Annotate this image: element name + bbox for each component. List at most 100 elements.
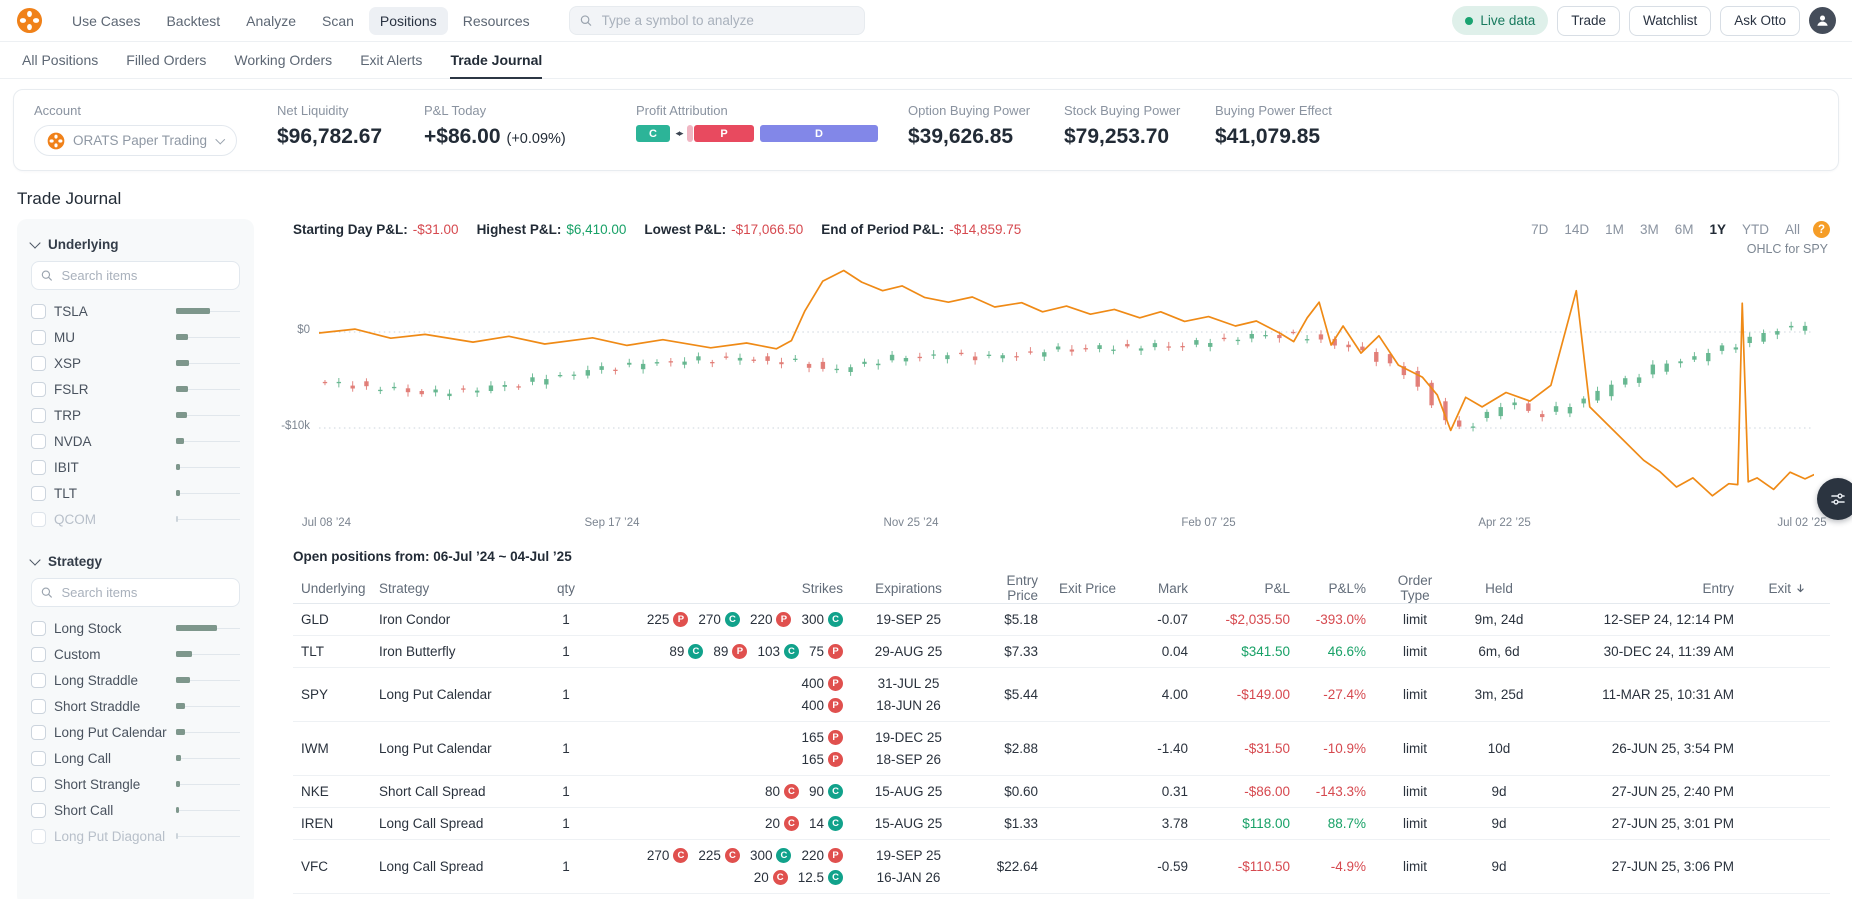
attribution-handle-icon[interactable]: ◂▸ — [671, 128, 687, 139]
checkbox-long-put-diagonal[interactable] — [31, 828, 46, 844]
position-row-gld-iron-condor[interactable]: GLD Iron Condor 1 225 P 270 C 220 P 300 C 19-SEP 25… — [293, 604, 1830, 636]
filter-item-long-put-calendar[interactable]: Long Put Calendar — [31, 719, 240, 745]
position-row-iren-long-call-spread[interactable]: IREN Long Call Spread 1 20 C 14 C 15-AUG 25 $1.3… — [293, 808, 1830, 840]
user-avatar[interactable] — [1809, 7, 1836, 34]
checkbox-mu[interactable] — [31, 329, 46, 345]
underlying-search-input[interactable] — [59, 267, 230, 284]
cell-strategy: Short Call Spread — [379, 784, 486, 799]
filter-item-long-straddle[interactable]: Long Straddle — [31, 667, 240, 693]
strike-leg: 270 C — [647, 845, 689, 867]
filter-item-nvda[interactable]: NVDA — [31, 428, 240, 454]
position-row-nke-short-call-spread[interactable]: NKE Short Call Spread 1 80 C 90 C 15-AUG 25 $0.6… — [293, 776, 1830, 808]
account-selector[interactable]: ORATS Paper Trading — [34, 125, 237, 156]
filter-item-trp[interactable]: TRP — [31, 402, 240, 428]
filter-item-mu[interactable]: MU — [31, 324, 240, 350]
checkbox-short-strangle[interactable] — [31, 776, 46, 792]
tab-trade-journal[interactable]: Trade Journal — [450, 42, 543, 79]
position-row-tlt-iron-butterfly[interactable]: TLT Iron Butterfly 1 89 C 89 P 103 C 75 P 29-AUG 25… — [293, 636, 1830, 668]
side-panel-toggle[interactable] — [1817, 478, 1852, 520]
checkbox-custom[interactable] — [31, 646, 46, 662]
cell-entry-time: 27-JUN 25, 3:06 PM — [1611, 859, 1734, 874]
strike-call-badge-icon: C — [688, 644, 704, 659]
filter-item-short-straddle[interactable]: Short Straddle — [31, 693, 240, 719]
nav-item-scan[interactable]: Scan — [311, 7, 365, 35]
filter-item-tlt[interactable]: TLT — [31, 480, 240, 506]
cell-held: 9m, 24d — [1474, 612, 1524, 627]
filter-item-long-call[interactable]: Long Call — [31, 745, 240, 771]
position-row-spy-long-put-calendar[interactable]: SPY Long Put Calendar 1 400 P 400 P 31-JUL 25 18… — [293, 668, 1830, 722]
orats-logo — [16, 7, 43, 34]
filter-item-custom[interactable]: Custom — [31, 641, 240, 667]
range-7d[interactable]: 7D — [1531, 222, 1548, 237]
filter-section-header-underlying[interactable]: Underlying — [29, 229, 240, 259]
checkbox-xsp[interactable] — [31, 355, 46, 371]
strike-put-badge-icon: P — [673, 612, 689, 627]
ask-otto-button[interactable]: Ask Otto — [1720, 5, 1800, 36]
filter-item-short-call[interactable]: Short Call — [31, 797, 240, 823]
trade-button[interactable]: Trade — [1557, 5, 1620, 36]
nav-item-use-cases[interactable]: Use Cases — [61, 7, 151, 35]
checkbox-qcom[interactable] — [31, 511, 46, 527]
tab-filled-orders[interactable]: Filled Orders — [126, 42, 206, 79]
filter-item-ibit[interactable]: IBIT — [31, 454, 240, 480]
metric-value: $79,253.70 — [1064, 125, 1170, 148]
watchlist-button[interactable]: Watchlist — [1628, 5, 1712, 36]
cell-entry-time: 27-JUN 25, 2:40 PM — [1611, 784, 1734, 799]
tab-all-positions[interactable]: All Positions — [22, 42, 98, 79]
checkbox-ibit[interactable] — [31, 459, 46, 475]
checkbox-short-call[interactable] — [31, 802, 46, 818]
col-header-exit[interactable]: Exit — [1742, 581, 1814, 596]
position-row-iwm-long-put-calendar[interactable]: IWM Long Put Calendar 1 165 P 165 P 19-DEC 25 18… — [293, 722, 1830, 776]
filter-item-label: TRP — [54, 407, 81, 423]
filter-item-label: TSLA — [54, 303, 88, 319]
range-all[interactable]: All — [1785, 222, 1800, 237]
checkbox-nvda[interactable] — [31, 433, 46, 449]
nav-item-positions[interactable]: Positions — [368, 6, 448, 35]
range-3m[interactable]: 3M — [1640, 222, 1659, 237]
symbol-search-input[interactable] — [599, 12, 854, 29]
sort-icon[interactable] — [1795, 583, 1806, 594]
checkbox-long-call[interactable] — [31, 750, 46, 766]
checkbox-trp[interactable] — [31, 407, 46, 423]
tab-working-orders[interactable]: Working Orders — [234, 42, 332, 79]
checkbox-tsla[interactable] — [31, 303, 46, 319]
range-6m[interactable]: 6M — [1675, 222, 1694, 237]
help-icon[interactable]: ? — [1813, 221, 1830, 238]
cell-held: 10d — [1487, 741, 1511, 756]
symbol-search[interactable] — [568, 6, 865, 35]
range-ytd[interactable]: YTD — [1742, 222, 1769, 237]
live-data-badge[interactable]: Live data — [1452, 6, 1549, 35]
filter-item-fslr[interactable]: FSLR — [31, 376, 240, 402]
filter-item-long-stock[interactable]: Long Stock — [31, 615, 240, 641]
cell-underlying: SPY — [301, 687, 329, 702]
checkbox-long-put-calendar[interactable] — [31, 724, 46, 740]
user-icon — [1817, 15, 1828, 26]
filter-item-xsp[interactable]: XSP — [31, 350, 240, 376]
cell-mark: 4.00 — [1161, 687, 1188, 702]
checkbox-long-stock[interactable] — [31, 620, 46, 636]
tab-exit-alerts[interactable]: Exit Alerts — [360, 42, 422, 79]
nav-item-resources[interactable]: Resources — [452, 7, 541, 35]
position-row-vfc-long-call-spread[interactable]: VFC Long Call Spread 1 270 C 225 C 300 C 220 P 20 C 1… — [293, 840, 1830, 894]
metric-net-liquidity: Net Liquidity $96,782.67 — [277, 103, 424, 156]
position-row-spy-long-put-calendar[interactable]: SPYLong Put Calendar1400P31-JUL 25$4.484… — [293, 894, 1830, 899]
range-1m[interactable]: 1M — [1605, 222, 1624, 237]
checkbox-short-straddle[interactable] — [31, 698, 46, 714]
cell-strikes: 400 P 400 P — [611, 673, 851, 717]
checkbox-long-straddle[interactable] — [31, 672, 46, 688]
range-14d[interactable]: 14D — [1564, 222, 1589, 237]
filter-item-long-put-diagonal[interactable]: Long Put Diagonal — [31, 823, 240, 849]
nav-item-backtest[interactable]: Backtest — [155, 7, 231, 35]
range-1y[interactable]: 1Y — [1709, 222, 1726, 237]
count-bar — [176, 386, 240, 392]
strategy-search-input[interactable] — [59, 584, 230, 601]
nav-item-analyze[interactable]: Analyze — [235, 7, 307, 35]
checkbox-tlt[interactable] — [31, 485, 46, 501]
strike-put-badge-icon: P — [828, 676, 843, 691]
strategy-search — [31, 578, 240, 607]
filter-item-tsla[interactable]: TSLA — [31, 298, 240, 324]
filter-item-short-strangle[interactable]: Short Strangle — [31, 771, 240, 797]
filter-item-qcom[interactable]: QCOM — [31, 506, 240, 532]
filter-section-header-strategy[interactable]: Strategy — [29, 546, 240, 576]
checkbox-fslr[interactable] — [31, 381, 46, 397]
